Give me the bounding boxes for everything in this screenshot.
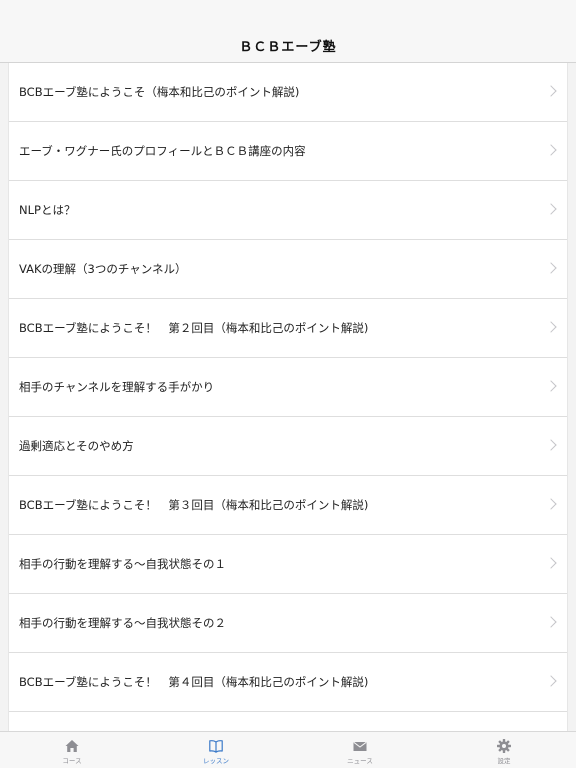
lesson-row[interactable]: VAKの理解（3つのチャンネル） [9, 240, 567, 299]
tab-news[interactable]: ニュース [288, 732, 432, 768]
lesson-title: BCBエーブ塾にようこそ！ 第３回目（梅本和比己のポイント解説) [19, 498, 369, 512]
lesson-title: NLPとは？ [19, 203, 76, 217]
lesson-row[interactable]: エーブ・ワグナー氏のプロフィールとＢＣＢ講座の内容 [9, 122, 567, 181]
lesson-row[interactable]: 相手の行動を理解する〜自我状態その２ [9, 594, 567, 653]
page-title: ＢＣＢエーブ塾 [239, 39, 337, 55]
lesson-title: VAKの理解（3つのチャンネル） [19, 262, 187, 276]
lesson-row[interactable]: BCBエーブ塾にようこそ！ 第３回目（梅本和比己のポイント解説) [9, 476, 567, 535]
lesson-row[interactable]: BCBエーブ塾にようこそ！ 第４回目（梅本和比己のポイント解説) [9, 653, 567, 712]
lesson-list: BCBエーブ塾にようこそ（梅本和比己のポイント解説) エーブ・ワグナー氏のプロフ… [8, 63, 568, 731]
chevron-right-icon [545, 675, 557, 687]
lesson-title: BCBエーブ塾にようこそ！ 第４回目（梅本和比己のポイント解説) [19, 675, 369, 689]
chevron-right-icon [545, 557, 557, 569]
navigation-bar: ＢＣＢエーブ塾 [0, 16, 576, 63]
lesson-title: 相手のチャンネルを理解する手がかり [19, 380, 215, 394]
chevron-right-icon [545, 498, 557, 510]
tab-course[interactable]: コース [0, 732, 144, 768]
lesson-title: 過剰適応とそのやめ方 [19, 439, 134, 453]
envelope-icon [353, 741, 367, 751]
chevron-right-icon [545, 616, 557, 628]
gear-icon [497, 739, 511, 753]
status-bar [0, 0, 576, 16]
chevron-right-icon [545, 85, 557, 97]
lesson-row[interactable]: NLPとは？ [9, 181, 567, 240]
chevron-right-icon [545, 262, 557, 274]
lesson-row[interactable]: BCBエーブ塾にようこそ！ 第２回目（梅本和比己のポイント解説) [9, 299, 567, 358]
chevron-right-icon [545, 321, 557, 333]
tab-label: レッスン [203, 757, 229, 765]
lesson-row[interactable]: 過剰適応とそのやめ方 [9, 417, 567, 476]
book-icon [209, 740, 223, 753]
tab-lesson[interactable]: レッスン [144, 732, 288, 768]
lesson-row[interactable]: BCBエーブ塾にようこそ（梅本和比己のポイント解説) [9, 63, 567, 122]
tab-label: ニュース [347, 757, 373, 765]
tab-label: コース [62, 757, 82, 765]
lesson-row-partial[interactable] [9, 712, 567, 731]
chevron-right-icon [545, 203, 557, 215]
tab-bar: コース レッスン ニュース 設定 [0, 731, 576, 768]
house-icon [65, 740, 79, 752]
chevron-right-icon [545, 144, 557, 156]
lesson-title: BCBエーブ塾にようこそ！ 第２回目（梅本和比己のポイント解説) [19, 321, 369, 335]
lesson-row[interactable]: 相手のチャンネルを理解する手がかり [9, 358, 567, 417]
lesson-row[interactable]: 相手の行動を理解する〜自我状態その１ [9, 535, 567, 594]
lesson-title: 相手の行動を理解する〜自我状態その１ [19, 557, 226, 571]
chevron-right-icon [545, 439, 557, 451]
lesson-list-container: BCBエーブ塾にようこそ（梅本和比己のポイント解説) エーブ・ワグナー氏のプロフ… [0, 63, 576, 731]
chevron-right-icon [545, 380, 557, 392]
lesson-title: 相手の行動を理解する〜自我状態その２ [19, 616, 226, 630]
lesson-title: BCBエーブ塾にようこそ（梅本和比己のポイント解説) [19, 85, 300, 99]
tab-label: 設定 [497, 757, 511, 765]
tab-settings[interactable]: 設定 [432, 732, 576, 768]
lesson-title: エーブ・ワグナー氏のプロフィールとＢＣＢ講座の内容 [19, 144, 306, 158]
